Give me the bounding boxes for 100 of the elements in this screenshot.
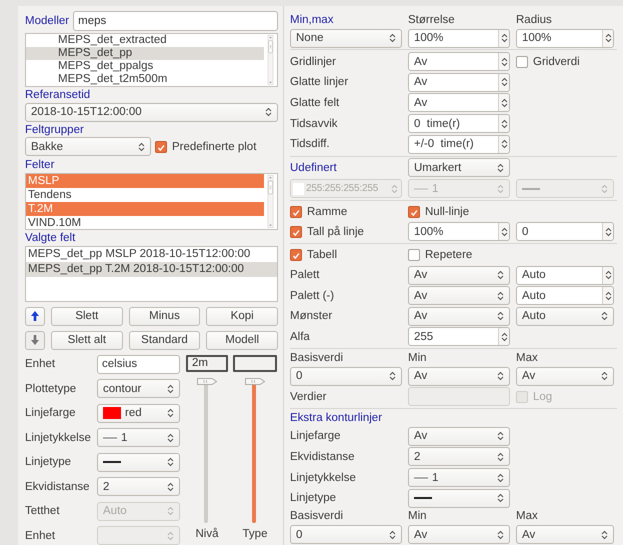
button[interactable]: Minus — [128, 306, 200, 326]
checkbox-label[interactable]: Repetere — [425, 248, 472, 261]
up-arrow-icon — [30, 310, 40, 322]
button[interactable]: Modell — [206, 330, 278, 350]
checkbox-label[interactable]: Gridverdi — [533, 56, 580, 68]
spin-box[interactable]: 0 time(r) — [408, 114, 510, 134]
list-item[interactable]: MEPS_det_pp MSLP 2018-10-15T12:00:00 — [26, 246, 277, 262]
dropdown[interactable]: Av — [516, 525, 614, 544]
checkbox-label[interactable]: Null-linje — [425, 206, 470, 218]
list-item[interactable]: MEPS_det_extracted — [26, 34, 264, 47]
dropdown[interactable]: 2 — [97, 477, 180, 496]
dropdown[interactable]: 1 — [408, 468, 510, 488]
field-label: Max — [516, 510, 539, 522]
checkbox-label[interactable]: Tall på linje — [307, 226, 364, 238]
dropdown[interactable] — [408, 488, 510, 508]
spin-box[interactable]: 0 — [516, 222, 614, 242]
updown-arrows-icon — [167, 530, 174, 540]
spin-box[interactable]: +/-0 time(r) — [408, 134, 510, 154]
checkbox[interactable] — [408, 248, 420, 261]
dropdown[interactable]: None — [290, 28, 402, 48]
dropdown[interactable]: Av — [408, 426, 510, 446]
field-label: Palett (-) — [290, 290, 336, 302]
field-label: Tetthet — [25, 505, 61, 517]
dropdown[interactable]: Av — [408, 266, 510, 285]
field-label: Linjefarge — [25, 407, 77, 419]
list-item[interactable]: MEPS_det_t2m500m — [26, 73, 264, 86]
updown-arrows-icon — [604, 270, 612, 280]
vertical-slider[interactable] — [244, 376, 266, 523]
dropdown[interactable]: Av — [408, 525, 510, 544]
updown-arrows-icon — [167, 408, 174, 418]
dropdown[interactable]: Av — [408, 286, 510, 306]
checkbox[interactable] — [516, 56, 528, 68]
dropdown[interactable]: Auto — [516, 306, 614, 326]
search-field[interactable]: meps — [73, 11, 278, 31]
input-field[interactable]: celsius — [97, 354, 180, 374]
line-width-icon — [414, 474, 428, 481]
line-width-icon — [414, 186, 428, 192]
dropdown: 1 — [408, 179, 510, 198]
checkbox[interactable] — [290, 206, 302, 218]
dropdown[interactable]: Bakke — [25, 137, 151, 156]
updown-arrows-icon — [500, 139, 508, 150]
checkbox[interactable] — [290, 248, 302, 261]
field-label: Mønster — [290, 310, 334, 322]
section-heading: Valgte felt — [25, 230, 76, 245]
dropdown[interactable] — [97, 452, 180, 472]
button[interactable]: Slett alt — [51, 330, 123, 350]
spin-box[interactable]: 100% — [516, 28, 614, 48]
button[interactable]: Slett — [51, 306, 123, 326]
spin-box[interactable]: 100% — [408, 222, 510, 242]
field-label: Størrelse — [408, 14, 456, 26]
updown-arrows-icon — [601, 371, 608, 382]
dropdown[interactable]: Av — [408, 366, 510, 386]
list-item[interactable]: Tendens — [26, 188, 264, 202]
updown-arrows-icon — [500, 98, 508, 108]
list-item[interactable]: MEPS_det_pp T.2M 2018-10-15T12:00:00 — [26, 262, 277, 277]
spin-box[interactable]: Auto — [516, 286, 614, 306]
dropdown[interactable]: Av — [516, 366, 614, 386]
spin-box[interactable]: Auto — [516, 266, 614, 285]
updown-arrows-icon — [601, 184, 608, 194]
dropdown[interactable]: contour — [97, 379, 180, 398]
checkbox[interactable] — [155, 140, 167, 153]
slider-label: Type — [242, 527, 268, 541]
button[interactable]: Standard — [128, 330, 200, 350]
list-item[interactable]: MEPS_det_pp — [26, 47, 264, 60]
dropdown[interactable]: Umarkert — [408, 158, 510, 178]
checkbox[interactable] — [408, 206, 420, 218]
updown-arrows-icon — [601, 530, 608, 540]
spin-box[interactable]: Av — [408, 93, 510, 112]
dropdown[interactable]: 2 — [408, 447, 510, 466]
checkbox[interactable] — [290, 226, 302, 238]
line-style-icon — [414, 495, 432, 502]
checkbox-label[interactable]: Ramme — [307, 206, 348, 218]
dropdown[interactable]: 0 — [290, 525, 402, 544]
list-item[interactable]: MEPS_det_ppalgs — [26, 60, 264, 73]
section-heading: Referansetid — [25, 88, 92, 102]
field-label: Verdier — [290, 390, 328, 403]
dropdown[interactable]: 0 — [290, 366, 402, 386]
updown-arrows-icon — [500, 33, 508, 44]
field-label: Enhet — [25, 530, 56, 542]
field-label: Linjetype — [25, 456, 72, 468]
field-label: Radius — [516, 14, 553, 26]
spin-box[interactable]: Av — [408, 52, 510, 72]
button[interactable]: Kopi — [206, 306, 278, 326]
move-up-button[interactable] — [25, 306, 45, 326]
updown-arrows-icon — [500, 226, 508, 237]
updown-arrows-icon — [500, 332, 508, 342]
slider-handle[interactable] — [244, 376, 266, 386]
section-heading: Modeller — [25, 15, 70, 27]
updown-arrows-icon — [604, 33, 612, 44]
list-item[interactable]: VIND.10M — [26, 216, 264, 229]
checkbox-label: Log — [533, 390, 552, 403]
spin-box[interactable]: 100% — [408, 28, 510, 48]
dropdown[interactable]: 2018-10-15T12:00:00 — [25, 102, 278, 122]
dropdown[interactable]: 1 — [97, 428, 180, 447]
checkbox-label[interactable]: Tabell — [307, 248, 338, 261]
checkbox-label[interactable]: Predefinerte plot — [172, 140, 256, 153]
dropdown[interactable]: red — [97, 404, 180, 422]
spin-box[interactable]: Av — [408, 72, 510, 92]
spin-box[interactable]: 255 — [408, 327, 510, 346]
dropdown[interactable]: Av — [408, 306, 510, 326]
